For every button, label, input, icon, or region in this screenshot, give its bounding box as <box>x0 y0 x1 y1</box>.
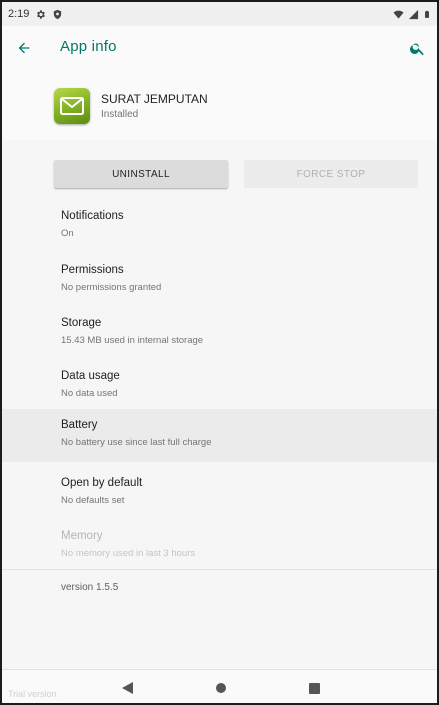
pref-title: Data usage <box>61 370 120 382</box>
app-name: SURAT JEMPUTAN <box>101 92 208 106</box>
nav-home-button[interactable] <box>211 678 231 698</box>
arrow-back-icon <box>18 42 30 54</box>
app-install-state: Installed <box>101 109 139 120</box>
uninstall-button[interactable]: UNINSTALL <box>54 160 228 188</box>
trial-watermark: Trial version <box>8 689 57 699</box>
pref-title: Permissions <box>61 264 124 276</box>
pref-title: Battery <box>61 419 98 431</box>
back-button[interactable] <box>12 36 36 60</box>
pref-summary: On <box>61 228 74 239</box>
search-button[interactable] <box>405 36 429 60</box>
nav-recents-button[interactable] <box>304 678 324 698</box>
battery-icon <box>425 10 429 18</box>
app-info-content: UNINSTALL FORCE STOP Notifications On Pe… <box>2 140 437 669</box>
mail-icon <box>60 97 84 115</box>
app-bar: App info <box>2 26 437 70</box>
signal-icon <box>408 9 419 19</box>
pref-summary: No memory used in last 3 hours <box>61 548 196 559</box>
pref-summary: No defaults set <box>61 495 125 506</box>
square-recents-icon <box>308 682 320 694</box>
pref-title: Storage <box>61 317 102 329</box>
pref-summary: No permissions granted <box>61 282 162 293</box>
pref-storage[interactable]: Storage 15.43 MB used in internal storag… <box>2 307 437 360</box>
search-icon <box>409 43 424 55</box>
pref-title: Memory <box>61 530 103 542</box>
divider <box>2 569 437 570</box>
device-frame: 2:19 App info SURAT JEMPUTAN Installed U… <box>0 0 439 705</box>
pref-title: Open by default <box>61 477 143 489</box>
circle-home-icon <box>216 683 226 693</box>
navigation-bar: Trial version <box>2 669 437 703</box>
status-bar: 2:19 <box>2 2 437 26</box>
action-buttons: UNINSTALL FORCE STOP <box>2 160 437 190</box>
gear-icon <box>37 9 46 19</box>
pref-memory: Memory No memory used in last 3 hours <box>2 520 437 573</box>
app-header: SURAT JEMPUTAN Installed <box>2 70 437 140</box>
page-title: App info <box>60 38 117 55</box>
pref-battery[interactable]: Battery No battery use since last full c… <box>2 409 437 462</box>
wifi-icon <box>393 10 404 19</box>
status-time: 2:19 <box>8 8 30 20</box>
app-icon <box>54 88 90 124</box>
pref-summary: 15.43 MB used in internal storage <box>61 335 204 346</box>
shield-icon <box>54 9 62 19</box>
triangle-back-icon <box>122 682 133 694</box>
pref-notifications[interactable]: Notifications On <box>2 200 437 253</box>
pref-open-by-default[interactable]: Open by default No defaults set <box>2 467 437 520</box>
pref-data-usage[interactable]: Data usage No data used <box>2 360 437 413</box>
force-stop-button: FORCE STOP <box>244 160 418 188</box>
nav-back-button[interactable] <box>118 678 138 698</box>
pref-permissions[interactable]: Permissions No permissions granted <box>2 254 437 307</box>
pref-summary: No data used <box>61 388 118 399</box>
pref-summary: No battery use since last full charge <box>61 437 212 448</box>
pref-title: Notifications <box>61 210 124 222</box>
app-version: version 1.5.5 <box>61 582 119 593</box>
